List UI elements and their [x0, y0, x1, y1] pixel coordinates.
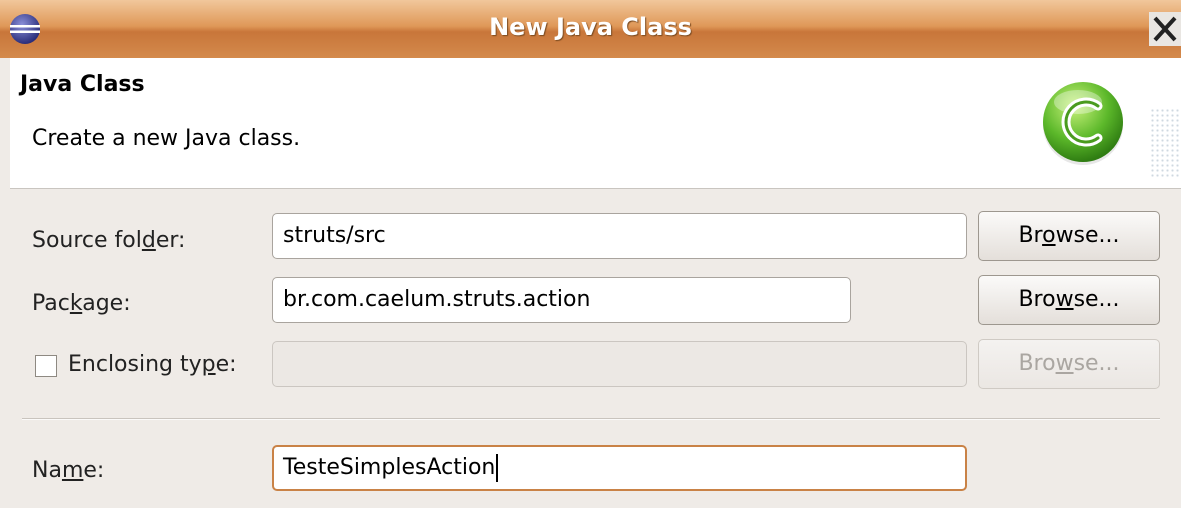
banner-decoration [1150, 108, 1180, 178]
form-separator [22, 418, 1160, 420]
banner-description: Create a new Java class. [32, 126, 301, 151]
source-folder-input[interactable]: struts/src [272, 213, 967, 259]
enclosing-type-checkbox[interactable] [35, 355, 57, 377]
java-class-icon [1043, 82, 1123, 165]
dialog-left-edge [0, 58, 10, 508]
source-folder-label: Source folder: [32, 228, 186, 253]
source-folder-browse-button[interactable]: Browse... [978, 211, 1160, 261]
package-input[interactable]: br.com.caelum.struts.action [272, 277, 851, 323]
wizard-banner: Java Class Create a new Java class. [10, 58, 1181, 189]
enclosing-type-input [272, 341, 967, 387]
title-bar: New Java Class [0, 0, 1181, 58]
window-title: New Java Class [489, 13, 692, 41]
text-caret [496, 454, 499, 482]
enclosing-type-browse-button: Browse... [978, 339, 1160, 389]
close-icon[interactable] [1149, 12, 1181, 46]
name-label: Name: [32, 458, 105, 483]
banner-title: Java Class [20, 72, 145, 97]
package-browse-button[interactable]: Browse... [978, 275, 1160, 325]
name-input-value: TesteSimplesAction [283, 455, 496, 480]
package-label: Package: [32, 291, 131, 316]
enclosing-type-label: Enclosing type: [68, 352, 237, 377]
name-input[interactable]: TesteSimplesAction [272, 445, 967, 491]
